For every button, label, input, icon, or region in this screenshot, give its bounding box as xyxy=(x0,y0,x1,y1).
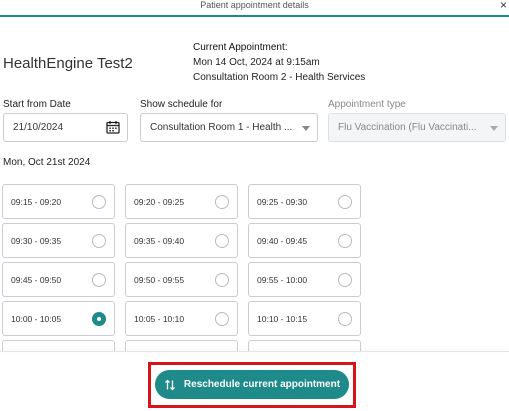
slot-radio[interactable] xyxy=(338,273,352,287)
time-slot-label: 09:25 - 09:30 xyxy=(257,197,308,207)
calendar-icon[interactable] xyxy=(106,120,120,134)
slot-radio[interactable] xyxy=(338,234,352,248)
current-appointment-datetime: Mon 14 Oct, 2024 at 9:15am xyxy=(193,57,320,68)
time-slot-selected[interactable]: 10:00 - 10:05 xyxy=(2,301,115,336)
time-slot-label: 09:40 - 09:45 xyxy=(257,236,308,246)
time-slot-label: 10:00 - 10:05 xyxy=(11,314,62,324)
current-appointment-heading: Current Appointment: xyxy=(193,42,288,53)
time-slot[interactable] xyxy=(2,340,115,351)
time-slot[interactable]: 09:25 - 09:30 xyxy=(248,184,361,219)
chevron-down-icon xyxy=(302,126,310,131)
time-slot-label: 09:45 - 09:50 xyxy=(11,275,62,285)
time-slot[interactable]: 09:30 - 09:35 xyxy=(2,223,115,258)
slot-radio-selected[interactable] xyxy=(92,312,106,326)
patient-name: HealthEngine Test2 xyxy=(3,55,133,72)
slot-radio[interactable] xyxy=(92,273,106,287)
schedule-label: Show schedule for xyxy=(140,99,223,110)
time-slot[interactable]: 10:05 - 10:10 xyxy=(125,301,238,336)
appointment-type-value: Flu Vaccination (Flu Vaccinati... xyxy=(338,122,477,133)
time-slot[interactable]: 09:55 - 10:00 xyxy=(248,262,361,297)
time-slot[interactable] xyxy=(125,340,238,351)
time-slot-grid: 09:15 - 09:20 09:20 - 09:25 09:25 - 09:3… xyxy=(0,184,509,351)
appointment-type-label: Appointment type xyxy=(328,99,406,110)
time-slot-label: 09:20 - 09:25 xyxy=(134,197,185,207)
modal-header: Patient appointment details × xyxy=(0,0,509,17)
time-slot-label: 09:15 - 09:20 xyxy=(11,197,62,207)
slot-radio[interactable] xyxy=(92,234,106,248)
time-slot[interactable]: 09:35 - 09:40 xyxy=(125,223,238,258)
current-appointment-info: Current Appointment: Mon 14 Oct, 2024 at… xyxy=(193,40,365,85)
time-slot-label: 10:10 - 10:15 xyxy=(257,314,308,324)
reschedule-button[interactable]: Reschedule current appointment xyxy=(155,370,349,399)
time-slot-label: 10:05 - 10:10 xyxy=(134,314,185,324)
slot-radio[interactable] xyxy=(215,273,229,287)
chevron-down-icon xyxy=(490,126,498,131)
time-slot[interactable]: 09:20 - 09:25 xyxy=(125,184,238,219)
reschedule-label: Reschedule current appointment xyxy=(183,379,341,390)
appointment-type-select: Flu Vaccination (Flu Vaccinati... xyxy=(328,113,506,142)
time-slot[interactable]: 09:40 - 09:45 xyxy=(248,223,361,258)
footer-divider xyxy=(0,351,509,352)
close-icon[interactable]: × xyxy=(500,0,507,11)
current-appointment-location: Consultation Room 2 - Health Services xyxy=(193,72,366,83)
swap-vertical-icon xyxy=(164,379,175,390)
slot-radio[interactable] xyxy=(215,312,229,326)
slot-radio[interactable] xyxy=(215,234,229,248)
schedule-date-heading: Mon, Oct 21st 2024 xyxy=(3,157,91,168)
modal-title: Patient appointment details xyxy=(200,0,309,10)
time-slot-label: 09:55 - 10:00 xyxy=(257,275,308,285)
time-slot-label: 09:35 - 09:40 xyxy=(134,236,185,246)
time-slot-label: 09:30 - 09:35 xyxy=(11,236,62,246)
start-date-label: Start from Date xyxy=(3,99,71,110)
slot-radio[interactable] xyxy=(338,195,352,209)
start-date-field[interactable]: 21/10/2024 xyxy=(3,113,128,142)
time-slot[interactable]: 09:15 - 09:20 xyxy=(2,184,115,219)
time-slot[interactable]: 10:10 - 10:15 xyxy=(248,301,361,336)
slot-radio[interactable] xyxy=(338,312,352,326)
schedule-value: Consultation Room 1 - Health ... xyxy=(150,122,293,133)
start-date-value: 21/10/2024 xyxy=(13,122,64,133)
time-slot[interactable]: 09:50 - 09:55 xyxy=(125,262,238,297)
time-slot[interactable]: 09:45 - 09:50 xyxy=(2,262,115,297)
slot-radio[interactable] xyxy=(215,195,229,209)
slot-radio[interactable] xyxy=(92,195,106,209)
schedule-select[interactable]: Consultation Room 1 - Health ... xyxy=(140,113,318,142)
time-slot[interactable] xyxy=(248,340,361,351)
time-slot-label: 09:50 - 09:55 xyxy=(134,275,185,285)
